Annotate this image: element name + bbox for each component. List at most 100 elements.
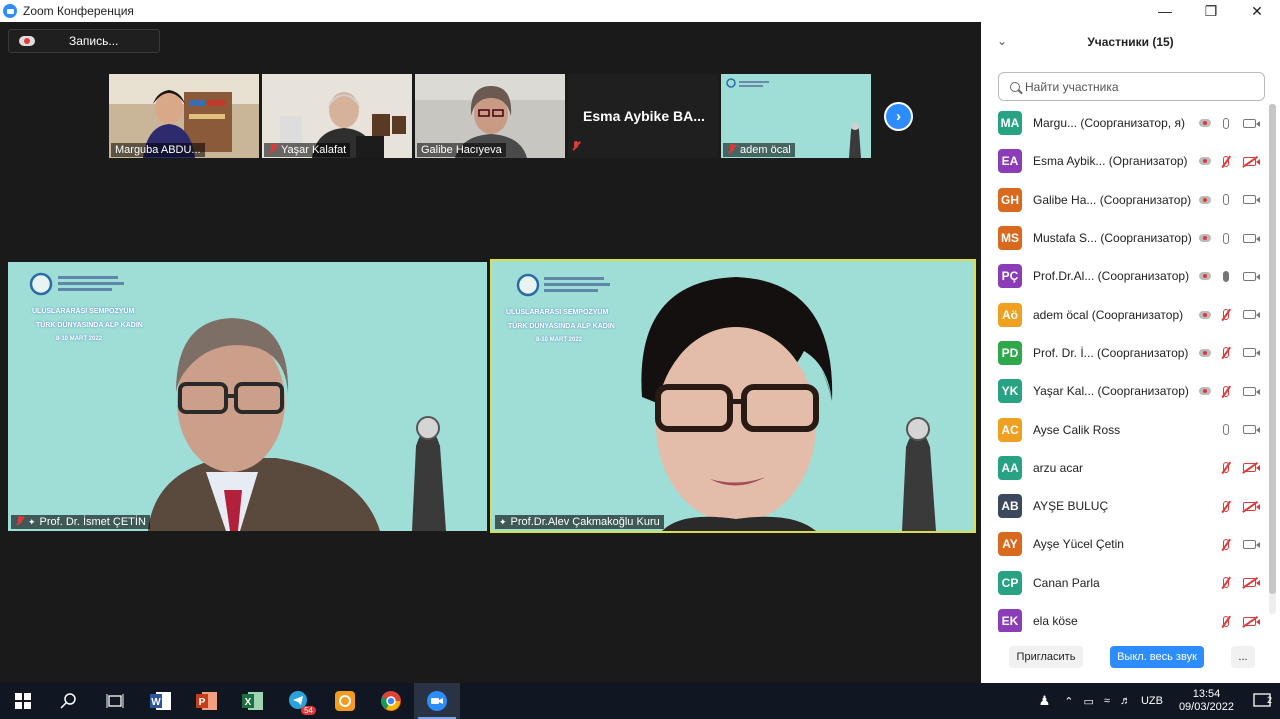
- input-language[interactable]: UZB: [1141, 695, 1163, 707]
- collapse-chevron-icon[interactable]: ⌄: [997, 34, 1007, 48]
- battery-icon[interactable]: ▭: [1083, 695, 1093, 708]
- participant-row[interactable]: AB AYŞE BULUÇ: [981, 487, 1266, 525]
- task-view-button[interactable]: [92, 683, 138, 719]
- mic-muted-icon[interactable]: [1223, 500, 1229, 512]
- participant-row[interactable]: MS Mustafa S... (Соорганизатор): [981, 219, 1266, 257]
- avatar: AA: [998, 455, 1022, 480]
- mic-muted-icon[interactable]: [1223, 615, 1229, 627]
- more-options-button[interactable]: ...: [1231, 646, 1255, 668]
- maximize-button[interactable]: ❐: [1188, 0, 1234, 22]
- participant-list-scrollbar[interactable]: [1269, 104, 1276, 614]
- powerpoint-icon: P: [196, 692, 217, 710]
- thumbnail-tile[interactable]: adem öcal: [721, 74, 871, 158]
- mic-muted-icon[interactable]: [1223, 385, 1229, 397]
- start-button[interactable]: [0, 683, 46, 719]
- participant-name: Mustafa S... (Соорганизатор): [1033, 231, 1192, 246]
- mute-all-button[interactable]: Выкл. весь звук: [1110, 646, 1204, 668]
- invite-button[interactable]: Пригласить: [1009, 646, 1083, 668]
- search-taskbar-button[interactable]: [46, 683, 92, 719]
- camera-off-icon[interactable]: [1243, 501, 1260, 511]
- wifi-icon[interactable]: ≈: [1104, 695, 1110, 707]
- pin-icon: ✦: [28, 517, 36, 527]
- video-tile-active-speaker[interactable]: ULUSLARARASI SEMPOZYUM TÜRK DÜNYASINDA A…: [490, 259, 976, 533]
- avatar: CP: [998, 570, 1022, 595]
- minimize-button[interactable]: —: [1142, 0, 1188, 22]
- clock[interactable]: 13:54 09/03/2022: [1179, 688, 1234, 714]
- taskbar-app[interactable]: [322, 683, 368, 719]
- camera-icon[interactable]: [1243, 310, 1260, 320]
- participant-name: Canan Parla: [1033, 575, 1100, 590]
- recording-indicator[interactable]: Запись...: [8, 29, 160, 53]
- taskbar-telegram[interactable]: 54: [276, 683, 322, 719]
- taskbar-chrome[interactable]: [368, 683, 414, 719]
- banner-line3: 8-10 MART 2022: [56, 336, 103, 342]
- taskbar-excel[interactable]: X: [230, 683, 276, 719]
- thumbnail-tile[interactable]: Galibe Hacıyeva: [415, 74, 565, 158]
- mic-muted-icon[interactable]: [1223, 538, 1229, 550]
- participant-row[interactable]: CP Canan Parla: [981, 564, 1266, 602]
- camera-icon[interactable]: [1243, 195, 1260, 205]
- camera-off-icon[interactable]: [1243, 578, 1260, 588]
- mic-muted-icon[interactable]: [1223, 155, 1229, 167]
- close-button[interactable]: ✕: [1234, 0, 1280, 22]
- participant-name: Yaşar Kal... (Соорганизатор): [1033, 384, 1189, 399]
- microphone-icon[interactable]: [1223, 232, 1229, 244]
- show-hidden-icons-icon[interactable]: ⌃: [1064, 695, 1073, 708]
- thumbnail-tile[interactable]: Esma Aybike BA...: [568, 74, 718, 158]
- participant-row[interactable]: GH Galibe Ha... (Соорганизатор): [981, 181, 1266, 219]
- banner-line2: TÜRK DÜNYASINDA ALP KADIN: [36, 322, 143, 329]
- camera-icon[interactable]: [1243, 539, 1260, 549]
- meeting-area: Запись... Marguba ABDU... Yaşar Kalafat: [0, 22, 980, 683]
- participant-row[interactable]: MA Margu... (Соорганизатор, я): [981, 104, 1266, 142]
- camera-icon[interactable]: [1243, 386, 1260, 396]
- cloud-record-icon: [19, 36, 35, 46]
- taskbar-powerpoint[interactable]: P: [184, 683, 230, 719]
- recording-permission-icon: [1199, 119, 1211, 128]
- microphone-icon[interactable]: [1223, 194, 1229, 206]
- mic-muted-icon[interactable]: [1223, 577, 1229, 589]
- participant-row[interactable]: PÇ Prof.Dr.Al... (Соорганизатор): [981, 257, 1266, 295]
- camera-icon[interactable]: [1243, 233, 1260, 243]
- participant-row[interactable]: Aö adem öcal (Соорганизатор): [981, 295, 1266, 333]
- camera-icon[interactable]: [1243, 348, 1260, 358]
- people-icon[interactable]: ♟: [1039, 693, 1051, 709]
- scrollbar-thumb[interactable]: [1269, 104, 1276, 594]
- window-titlebar: Zoom Конференция — ❐ ✕: [0, 0, 1280, 22]
- video-tile[interactable]: ULUSLARARASI SEMPOZYUM TÜRK DÜNYASINDA A…: [8, 262, 487, 531]
- volume-icon[interactable]: ♬: [1120, 695, 1131, 707]
- microphone-icon[interactable]: [1223, 270, 1229, 282]
- participant-row[interactable]: YK Yaşar Kal... (Соорганизатор): [981, 372, 1266, 410]
- next-page-button[interactable]: ›: [884, 102, 913, 131]
- participant-row[interactable]: EK ela köse: [981, 602, 1266, 632]
- participant-name: adem öcal (Соорганизатор): [1033, 307, 1184, 322]
- search-input[interactable]: [1025, 79, 1245, 94]
- microphone-icon[interactable]: [1223, 424, 1229, 436]
- system-tray: ♟ ⌃ ▭ ≈ ♬ UZB 13:54 09/03/2022 2: [1039, 683, 1280, 719]
- taskbar-word[interactable]: W: [138, 683, 184, 719]
- camera-icon[interactable]: [1243, 271, 1260, 281]
- camera-icon[interactable]: [1243, 118, 1260, 128]
- mic-muted-icon[interactable]: [1223, 462, 1229, 474]
- mic-muted-icon[interactable]: [1223, 309, 1229, 321]
- participant-row[interactable]: EA Esma Aybik... (Организатор): [981, 142, 1266, 180]
- mic-muted-icon[interactable]: [1223, 347, 1229, 359]
- participants-panel: ⌄ Участники (15) MA Margu... (Соорганизат…: [981, 22, 1280, 683]
- thumbnail-tile[interactable]: Marguba ABDU...: [109, 74, 259, 158]
- camera-off-icon[interactable]: [1243, 463, 1260, 473]
- participant-row[interactable]: PD Prof. Dr. İ... (Соорганизатор): [981, 334, 1266, 372]
- participant-row[interactable]: AA arzu acar: [981, 449, 1266, 487]
- participant-search[interactable]: [998, 72, 1265, 101]
- notifications-button[interactable]: 2: [1244, 693, 1280, 709]
- participant-row[interactable]: AC Ayse Calik Ross: [981, 410, 1266, 448]
- camera-icon[interactable]: [1243, 425, 1260, 435]
- camera-off-icon[interactable]: [1243, 156, 1260, 166]
- participant-row[interactable]: AY Ayşe Yücel Çetin: [981, 525, 1266, 563]
- camera-off-icon[interactable]: [1243, 616, 1260, 626]
- taskbar-zoom[interactable]: [414, 683, 460, 719]
- thumbnail-tile[interactable]: Yaşar Kalafat: [262, 74, 412, 158]
- recording-permission-icon: [1199, 387, 1211, 396]
- microphone-icon[interactable]: [1223, 117, 1229, 129]
- participants-title: Участники (15): [1087, 35, 1174, 49]
- avatar: MA: [998, 111, 1022, 136]
- avatar: YK: [998, 379, 1022, 404]
